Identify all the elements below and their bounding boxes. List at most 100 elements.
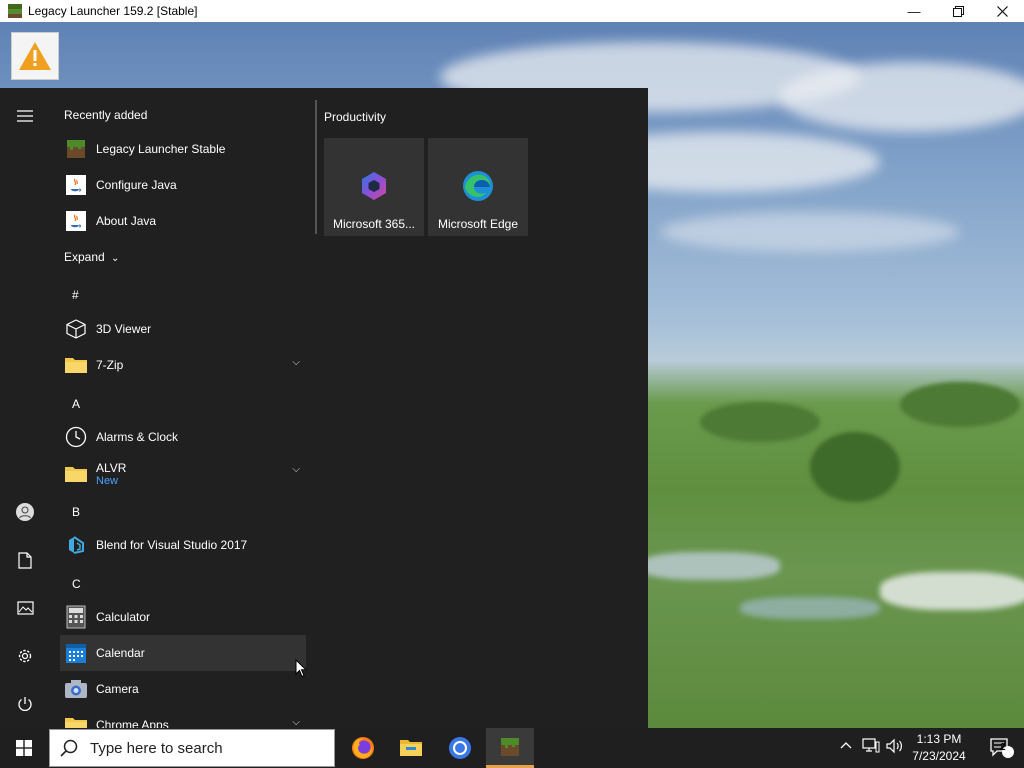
microsoft-365-icon (362, 172, 386, 200)
taskbar-file-explorer[interactable] (387, 728, 435, 768)
app-label: Blend for Visual Studio 2017 (96, 538, 248, 552)
power-icon (18, 697, 32, 711)
list-item-3d-viewer[interactable]: 3D Viewer (60, 311, 306, 347)
chevron-down-icon[interactable]: ⌵ (292, 357, 300, 368)
tile-label: Microsoft Edge (437, 217, 519, 231)
search-icon (60, 739, 78, 757)
clock[interactable]: 1:13 PM 7/23/2024 (905, 731, 973, 765)
tiles-group-heading[interactable]: Productivity (324, 110, 386, 124)
hamburger-icon (17, 110, 33, 122)
tile-microsoft-365[interactable]: Microsoft 365... (324, 138, 424, 236)
cube-icon (64, 317, 88, 341)
tile-microsoft-edge[interactable]: Microsoft Edge (428, 138, 528, 236)
taskbar-firefox[interactable] (339, 728, 387, 768)
minimize-button[interactable]: — (892, 0, 936, 22)
section-header-b[interactable]: B (72, 505, 80, 519)
start-button[interactable] (0, 728, 48, 768)
chrome-icon (449, 737, 471, 759)
list-item-about-java[interactable]: About Java (60, 203, 306, 239)
list-item-7-zip[interactable]: 7-Zip ⌵ (60, 347, 306, 383)
blend-icon (64, 533, 88, 557)
app-icon (8, 4, 22, 18)
new-badge: New (96, 475, 119, 487)
app-label: Calculator (96, 610, 151, 624)
volume-icon[interactable] (886, 738, 904, 757)
taskbar-chrome[interactable] (436, 728, 484, 768)
warning-icon (19, 42, 51, 70)
section-header-c[interactable]: C (72, 577, 81, 591)
search-box[interactable]: Type here to search (49, 729, 335, 767)
java-icon (64, 173, 88, 197)
taskbar: Type here to search 1:13 PM 7/23/2024 2 (0, 728, 1024, 768)
start-rail (0, 88, 50, 728)
java-icon (64, 209, 88, 233)
hamburger-button[interactable] (0, 96, 50, 136)
app-label: Camera (96, 682, 139, 696)
window-title-bar: Legacy Launcher 159.2 [Stable] — (0, 0, 1024, 22)
list-item-alvr[interactable]: ALVR New ⌵ (60, 454, 306, 494)
app-label: 3D Viewer (96, 322, 152, 336)
windows-logo-icon (16, 740, 32, 756)
settings-button[interactable] (0, 636, 50, 676)
app-label: 7-Zip (96, 358, 124, 372)
list-item-chrome-apps[interactable]: Chrome Apps ⌵ (60, 707, 306, 728)
start-menu: Recently added Legacy Launcher Stable Co… (0, 88, 648, 728)
documents-button[interactable] (0, 540, 50, 580)
app-label: Calendar (96, 646, 145, 660)
restore-icon (952, 5, 964, 17)
list-item-calendar[interactable]: Calendar (60, 635, 306, 671)
taskbar-legacy-launcher[interactable] (486, 728, 534, 768)
window-title: Legacy Launcher 159.2 [Stable] (28, 4, 198, 18)
tile-label: Microsoft 365... (332, 217, 416, 231)
section-header-hash[interactable]: # (72, 288, 79, 302)
mouse-cursor-icon (295, 659, 307, 678)
chevron-down-icon: ⌄ (111, 253, 120, 264)
restore-button[interactable] (936, 0, 980, 22)
power-button[interactable] (0, 684, 50, 724)
recently-added-heading: Recently added (64, 108, 148, 122)
close-icon (996, 5, 1008, 17)
notification-count: 2 (1000, 742, 1006, 753)
expand-button[interactable]: Expand ⌄ (64, 250, 119, 264)
app-label: Legacy Launcher Stable (96, 142, 226, 156)
app-label: Configure Java (96, 178, 177, 192)
chevron-up-icon[interactable] (839, 738, 853, 755)
clock-icon (64, 425, 88, 449)
folder-icon (64, 353, 88, 377)
app-label: Alarms & Clock (96, 430, 179, 444)
section-header-a[interactable]: A (72, 397, 80, 411)
gear-icon (18, 649, 32, 663)
grass-block-icon (64, 137, 88, 161)
firefox-icon (352, 737, 374, 759)
camera-icon (64, 677, 88, 701)
list-item-configure-java[interactable]: Configure Java (60, 167, 306, 203)
action-center-button[interactable]: 2 (980, 728, 1024, 768)
app-label: Chrome Apps (96, 718, 169, 728)
legacy-launcher-icon (501, 737, 519, 756)
pictures-icon (16, 601, 34, 615)
list-item-camera[interactable]: Camera (60, 671, 306, 707)
expand-label: Expand (64, 250, 105, 264)
calculator-icon (64, 605, 88, 629)
list-item-calculator[interactable]: Calculator (60, 599, 306, 635)
list-item-blend-vs[interactable]: Blend for Visual Studio 2017 (60, 527, 306, 563)
clock-time: 1:13 PM (916, 732, 962, 746)
network-icon[interactable] (862, 738, 880, 757)
list-item-alarms-clock[interactable]: Alarms & Clock (60, 419, 306, 455)
pictures-button[interactable] (0, 588, 50, 628)
app-label: ALVR (96, 461, 127, 475)
warning-button[interactable] (11, 32, 59, 80)
chevron-down-icon[interactable]: ⌵ (292, 717, 300, 728)
scrollbar[interactable] (315, 100, 317, 234)
app-label: About Java (96, 214, 157, 228)
chevron-down-icon[interactable]: ⌵ (292, 464, 300, 475)
clock-date: 7/23/2024 (912, 749, 966, 763)
close-button[interactable] (980, 0, 1024, 22)
app-list: Recently added Legacy Launcher Stable Co… (58, 88, 312, 728)
document-icon (18, 551, 32, 569)
folder-icon (64, 462, 88, 486)
user-account-button[interactable] (0, 492, 50, 532)
edge-icon (463, 171, 493, 201)
list-item-legacy-launcher[interactable]: Legacy Launcher Stable (60, 131, 306, 167)
search-placeholder: Type here to search (90, 739, 223, 757)
